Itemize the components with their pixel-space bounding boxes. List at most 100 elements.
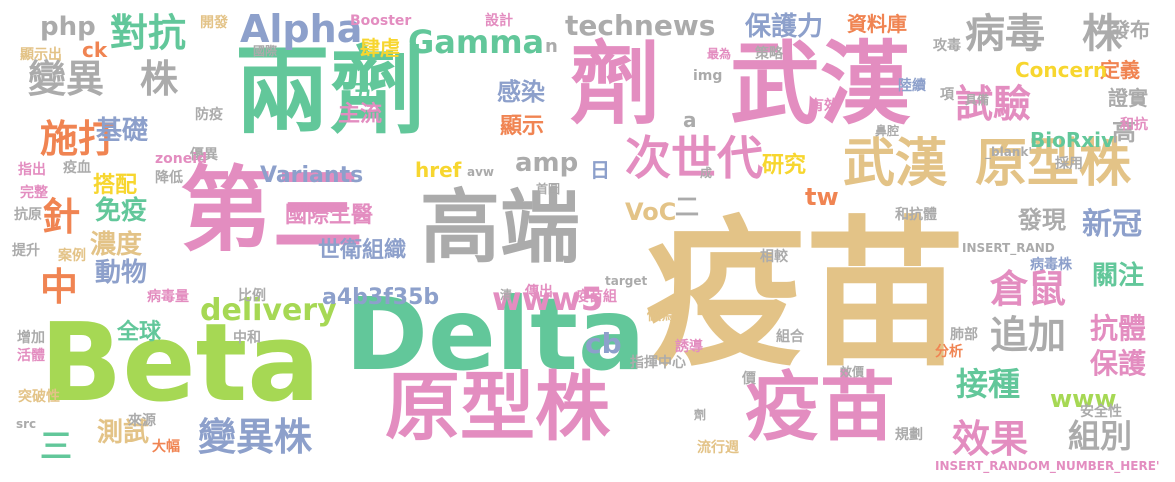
cloud-word: 發布	[1110, 18, 1150, 42]
cloud-word: 鼻腔	[875, 124, 900, 138]
cloud-word: INSERT_RANDOM_NUMBER_HERE'	[935, 459, 1160, 473]
cloud-word: 次世代	[625, 131, 763, 185]
cloud-word: 增加	[17, 330, 45, 346]
cloud-word: Alpha	[240, 7, 363, 51]
cloud-word: img	[693, 68, 723, 84]
cloud-word: Gamma	[408, 23, 545, 61]
cloud-word: Concern	[1015, 58, 1108, 82]
cloud-word: 劑	[570, 32, 660, 137]
cloud-word: 相較	[760, 249, 788, 265]
cloud-word: 新冠	[1082, 207, 1142, 242]
cloud-word: VoC	[625, 198, 677, 226]
cloud-word: 項	[940, 87, 954, 103]
cloud-word: php	[40, 12, 96, 42]
cloud-word: 感染	[497, 78, 545, 106]
cloud-word: src	[16, 417, 37, 431]
cloud-word: 活體	[17, 348, 45, 364]
cloud-word: 濃度	[90, 230, 143, 260]
cloud-word: 安全性	[1080, 404, 1122, 420]
cloud-word: href	[415, 158, 462, 182]
cloud-word: 資料庫	[847, 12, 907, 36]
cloud-word: 清	[500, 288, 513, 302]
cloud-word: 國際生醫	[285, 203, 374, 228]
cloud-word: 二	[675, 193, 699, 221]
cloud-word: 針	[42, 195, 81, 239]
cloud-word: 流行週	[697, 440, 739, 456]
cloud-word: a4b3f35b	[322, 285, 440, 310]
cloud-word: 案例	[58, 248, 86, 264]
cloud-word: 抗體	[1090, 312, 1147, 345]
cloud-word: _blank'	[985, 145, 1032, 159]
cloud-word: 成	[700, 166, 713, 180]
cloud-word: 攻毒	[933, 38, 961, 54]
cloud-word: 肺部	[950, 327, 978, 343]
cloud-word: 保護	[1090, 347, 1147, 380]
cloud-word: amp	[515, 148, 579, 178]
cloud-word: 完整	[20, 185, 48, 201]
cloud-word: 對抗	[110, 11, 187, 55]
cloud-word: 組合	[776, 329, 804, 345]
cloud-word: 研究	[762, 153, 807, 178]
cloud-word: 株	[140, 57, 179, 101]
cloud-word: 倉鼠	[990, 267, 1067, 311]
cloud-word: 接種	[956, 365, 1021, 403]
cloud-word: technews	[565, 9, 716, 42]
cloud-word: 免疫	[95, 196, 148, 226]
cloud-word: 主流	[338, 102, 383, 127]
cloud-word: 和抗	[1120, 117, 1148, 133]
cloud-word: 發現	[1018, 206, 1066, 234]
cloud-word: 顯示	[500, 114, 545, 139]
cloud-word: 保護力	[745, 12, 824, 42]
cloud-word: 動物	[95, 258, 148, 288]
cloud-word: 首圖	[536, 182, 561, 196]
cloud-word: 設計	[485, 13, 513, 29]
cloud-word: 日	[590, 158, 610, 182]
cloud-word: 突破性	[18, 389, 60, 405]
cloud-word: 做為	[647, 308, 675, 324]
cloud-word: 抗原	[14, 207, 42, 223]
cloud-word: 開發	[200, 15, 228, 31]
cloud-word: 高端	[420, 181, 580, 274]
word-cloud: 疫苗 Beta Delta 原型株 疫苗 第三 高端 兩劑劑武漢 武漢 原型株 次世代 變異株變異株病…	[0, 0, 1175, 482]
cloud-word: delivery	[200, 293, 337, 328]
cloud-word: 病毒	[965, 11, 1045, 57]
cloud-word: 疫血	[63, 160, 91, 176]
cloud-word: BioRxiv	[1030, 128, 1115, 152]
cloud-word: target	[605, 274, 648, 288]
cloud-word: 武漢	[843, 134, 948, 194]
cloud-word: 提升	[12, 243, 40, 259]
cloud-word: 追加	[990, 313, 1067, 357]
cloud-word: 效果	[952, 417, 1029, 461]
cloud-word: 指出	[18, 162, 46, 178]
cloud-word: 病毒株	[1030, 257, 1072, 273]
cloud-word: 最為	[707, 47, 732, 61]
cloud-word: 顯示出	[20, 47, 62, 63]
cloud-word: tw	[805, 183, 839, 211]
cloud-word: 病毒量	[147, 289, 189, 305]
cloud-word: 中和	[233, 330, 261, 346]
cloud-word: Variants	[260, 163, 364, 188]
cloud-word: 組別	[1068, 417, 1133, 455]
cloud-word: 防疫	[195, 107, 223, 123]
cloud-word: 陸續	[898, 78, 926, 94]
cloud-word: 世衛組織	[318, 238, 407, 263]
cloud-word: INSERT_RAND	[962, 241, 1055, 255]
cloud-word: ck	[82, 38, 108, 62]
cloud-word: Booster	[350, 13, 412, 29]
cloud-word: 搭配	[93, 173, 138, 198]
cloud-word: 變異	[28, 57, 105, 101]
cloud-word: 降低	[155, 170, 183, 186]
cloud-word: 效價	[840, 365, 865, 379]
cloud-word: 具備	[965, 93, 990, 107]
cloud-word: 價	[742, 371, 756, 387]
cloud-word: 劑	[694, 408, 707, 422]
cloud-word: 疫苗	[745, 363, 896, 451]
cloud-word: 策略	[755, 46, 783, 62]
cloud-word: 三	[40, 427, 73, 465]
cloud-word: 全球	[117, 320, 162, 345]
cloud-word: 關注	[1092, 261, 1145, 291]
cloud-word: 分析	[935, 344, 963, 360]
cloud-word: 指揮中心	[630, 355, 686, 371]
cloud-word: n	[545, 36, 558, 57]
cloud-word: 和抗體	[895, 207, 937, 223]
